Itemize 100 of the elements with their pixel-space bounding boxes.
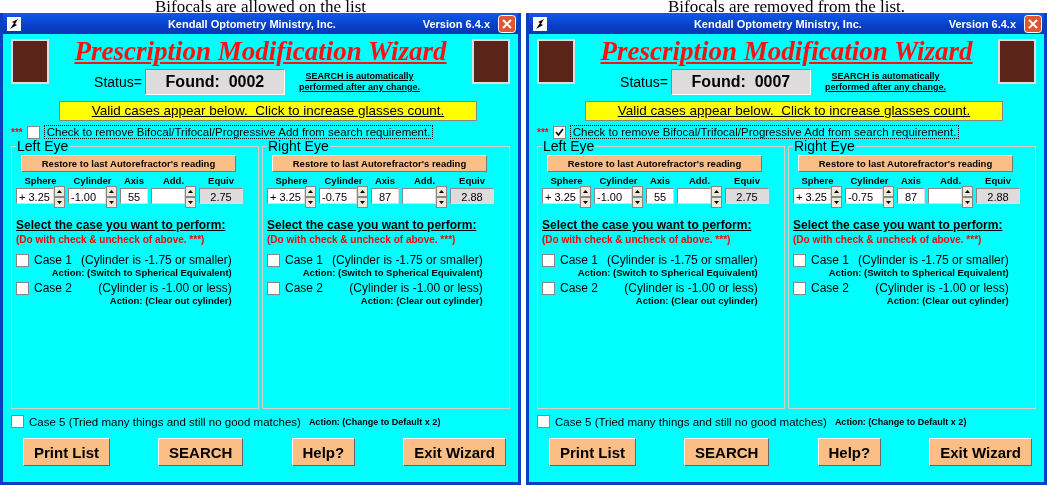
- field-label: Sphere: [274, 175, 309, 186]
- case-label[interactable]: Case 2: [811, 281, 850, 295]
- photo-placeholder: [998, 39, 1036, 84]
- action-button[interactable]: Print List: [23, 438, 110, 466]
- marker-text: ***: [11, 126, 23, 138]
- checkbox[interactable]: [793, 253, 806, 267]
- spinner-icon[interactable]: [305, 186, 316, 208]
- case-condition: (Cylinder is -1.75 or smaller): [857, 253, 1009, 267]
- input-field[interactable]: + 3.25: [267, 188, 305, 204]
- field-label: Add.: [687, 175, 712, 186]
- input-field[interactable]: + 3.25: [542, 188, 580, 204]
- case-label[interactable]: Case 5 (Tried many things and still no good matches): [29, 415, 301, 428]
- version-label: Version 6.4.x: [422, 17, 490, 30]
- app-icon: [7, 16, 21, 31]
- case-label[interactable]: Case 1: [285, 253, 324, 267]
- case-condition: (Cylinder is -1.75 or smaller): [606, 253, 758, 267]
- spinner-icon[interactable]: [357, 186, 368, 208]
- checkbox[interactable]: [16, 253, 29, 267]
- case-label[interactable]: Case 1: [560, 253, 599, 267]
- input-field[interactable]: -0.75: [319, 188, 357, 204]
- input-field[interactable]: [402, 188, 436, 204]
- checkbox[interactable]: [16, 281, 29, 295]
- input-field[interactable]: + 3.25: [793, 188, 831, 204]
- case-label[interactable]: Case 2: [285, 281, 324, 295]
- case-action: Action: (Switch to Spherical Equivalent): [827, 267, 1009, 278]
- checkbox[interactable]: [11, 415, 24, 428]
- search-note: SEARCH is automatically performed after any change.: [297, 71, 421, 93]
- instruction-text: Select the case you want to perform:: [16, 218, 227, 232]
- checkbox[interactable]: [542, 281, 555, 295]
- spinner-icon[interactable]: [831, 186, 842, 208]
- checkbox[interactable]: [26, 125, 40, 139]
- case-condition: (Cylinder is -1.75 or smaller): [331, 253, 483, 267]
- input-field[interactable]: -0.75: [845, 188, 883, 204]
- restore-button[interactable]: Restore to last Autorefractor's reading: [21, 155, 236, 172]
- action-button[interactable]: SEARCH: [158, 438, 244, 466]
- info-banner[interactable]: Valid cases appear below. Click to increase glasses count.: [585, 101, 1003, 121]
- note-text: (Do with check & uncheck of above. ***): [16, 234, 206, 245]
- close-icon[interactable]: [498, 14, 516, 33]
- checkbox[interactable]: [267, 253, 280, 267]
- checkbox[interactable]: [542, 253, 555, 267]
- restore-button[interactable]: Restore to last Autorefractor's reading: [272, 155, 487, 172]
- input-field[interactable]: -1.00: [594, 188, 632, 204]
- action-button[interactable]: Help?: [817, 438, 882, 466]
- input-field[interactable]: [928, 188, 962, 204]
- info-banner[interactable]: Valid cases appear below. Click to increase glasses count.: [59, 101, 477, 121]
- spinner-icon[interactable]: [883, 186, 894, 208]
- photo-placeholder: [537, 39, 575, 84]
- wizard-heading: Prescription Modification Wizard: [74, 36, 447, 67]
- input-field[interactable]: + 3.25: [16, 188, 54, 204]
- case-label[interactable]: Case 1: [34, 253, 73, 267]
- input-field[interactable]: [151, 188, 185, 204]
- photo-placeholder: [11, 39, 49, 84]
- checkbox[interactable]: [267, 281, 280, 295]
- input-field[interactable]: 55: [120, 188, 148, 204]
- field-label: Equiv: [984, 175, 1012, 186]
- action-button[interactable]: Help?: [291, 438, 356, 466]
- case-action: Action: (Change to Default x 2): [308, 416, 441, 427]
- field-label: Sphere: [549, 175, 584, 186]
- checkbox[interactable]: [537, 415, 550, 428]
- action-button[interactable]: Print List: [549, 438, 636, 466]
- case-label[interactable]: Case 2: [34, 281, 73, 295]
- input-field[interactable]: 87: [897, 188, 925, 204]
- marker-text: ***: [537, 126, 549, 138]
- case-action: Action: (Change to Default x 2): [834, 416, 967, 427]
- spinner-icon[interactable]: [580, 186, 591, 208]
- case-label[interactable]: Case 2: [560, 281, 599, 295]
- checkbox-label[interactable]: Check to remove Bifocal/Trifocal/Progressive Add from search requirement.: [569, 125, 960, 139]
- spinner-icon[interactable]: [711, 186, 722, 208]
- spinner-icon[interactable]: [436, 186, 447, 208]
- note-text: (Do with check & uncheck of above. ***): [542, 234, 732, 245]
- spinner-icon[interactable]: [962, 186, 973, 208]
- field-label: Add.: [161, 175, 186, 186]
- input-field[interactable]: 55: [646, 188, 674, 204]
- status-value: Found: 0002: [144, 69, 285, 95]
- field-label: Cylinder: [598, 175, 639, 186]
- case-label[interactable]: Case 5 (Tried many things and still no good matches): [555, 415, 827, 428]
- spinner-icon[interactable]: [106, 186, 117, 208]
- checkbox-label[interactable]: Check to remove Bifocal/Trifocal/Progressive Add from search requirement.: [43, 125, 434, 139]
- action-button[interactable]: Exit Wizard: [403, 438, 506, 466]
- action-button[interactable]: SEARCH: [684, 438, 770, 466]
- checkbox[interactable]: [552, 125, 566, 139]
- close-icon[interactable]: [1024, 14, 1042, 33]
- spinner-icon[interactable]: [632, 186, 643, 208]
- input-field[interactable]: 87: [371, 188, 399, 204]
- input-field[interactable]: -1.00: [68, 188, 106, 204]
- case-action: Action: (Switch to Spherical Equivalent): [50, 267, 232, 278]
- status-label: Status=: [94, 74, 142, 90]
- case-condition: (Cylinder is -1.00 or less): [623, 281, 758, 295]
- field-label: Cylinder: [849, 175, 890, 186]
- restore-button[interactable]: Restore to last Autorefractor's reading: [798, 155, 1013, 172]
- case-label[interactable]: Case 1: [811, 253, 850, 267]
- input-field[interactable]: [677, 188, 711, 204]
- checkbox[interactable]: [793, 281, 806, 295]
- status-value: Found: 0007: [670, 69, 811, 95]
- photo-placeholder: [472, 39, 510, 84]
- action-button[interactable]: Exit Wizard: [929, 438, 1032, 466]
- spinner-icon[interactable]: [54, 186, 65, 208]
- spinner-icon[interactable]: [185, 186, 196, 208]
- restore-button[interactable]: Restore to last Autorefractor's reading: [547, 155, 762, 172]
- version-label: Version 6.4.x: [948, 17, 1016, 30]
